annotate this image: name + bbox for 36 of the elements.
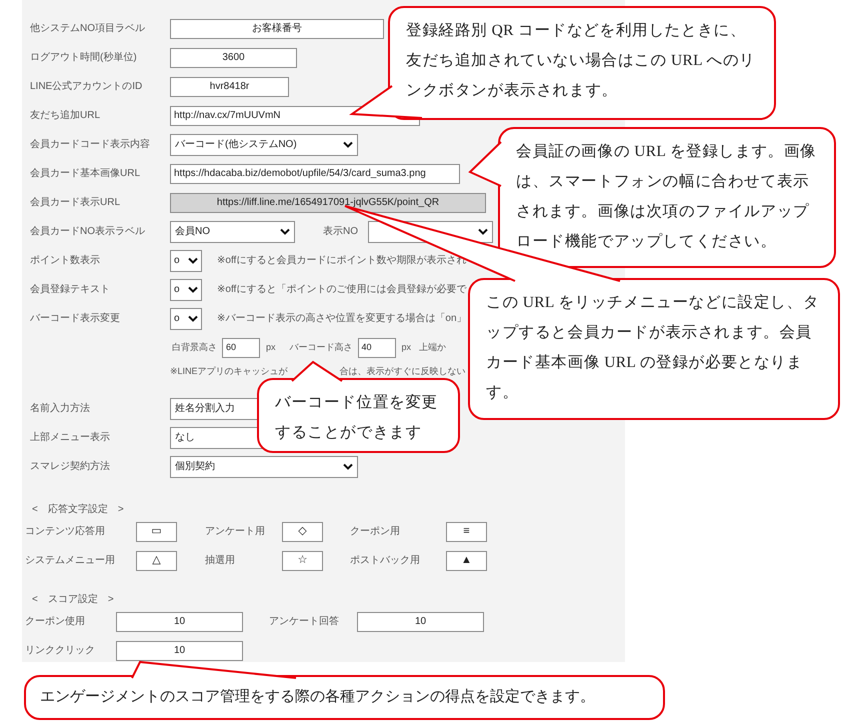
field-label: ポイント数表示: [30, 254, 101, 268]
field-label: クーポン使用: [25, 615, 86, 629]
field-label: 会員カードNO表示ラベル: [30, 224, 146, 239]
field-label: システムメニュー用: [25, 554, 116, 568]
field-label: 会員カード基本画像URL: [30, 166, 142, 181]
note-text: ※offにすると「ポイントのご使用には会員登録が必要で: [217, 282, 466, 297]
field-label: 友だち追加URL: [30, 108, 102, 123]
field-label: 上部メニュー表示: [30, 430, 111, 445]
unit-text: px: [266, 340, 276, 354]
field-label: スマレジ契約方法: [30, 460, 111, 474]
field-label: バーコード表示変更: [30, 312, 121, 326]
note-text: 合は、表示がすぐに反映しない: [340, 365, 466, 378]
field-label: 抽選用: [205, 554, 236, 568]
callout-tooltip: 登録経路別 QR コードなどを利用したときに、友だち追加されていない場合はこの URL へのリンクボタンが表示されます。: [388, 6, 776, 120]
field-label: 会員登録テキスト: [30, 283, 111, 297]
field-label: コンテンツ応答用: [25, 524, 106, 539]
field-label: LINE公式アカウントのID: [30, 80, 144, 94]
field-label: クーポン用: [350, 525, 401, 539]
field-label: 表示NO: [323, 224, 358, 239]
unit-text: px: [402, 340, 412, 354]
field-label: 会員カード表示URL: [30, 196, 122, 210]
field-label: アンケート回答: [269, 615, 340, 629]
section-title: < 応答文字設定 >: [31, 502, 125, 516]
field-label: 名前入力方法: [30, 402, 91, 416]
field-label: 会員カードコード表示内容: [30, 138, 151, 152]
field-label: 白背景高さ: [172, 340, 217, 354]
field-label: 他システムNO項目ラベル: [30, 22, 146, 36]
field-label: リンククリック: [25, 644, 96, 658]
field-label: バーコード高さ: [290, 340, 353, 354]
field-label: アンケート用: [205, 525, 266, 539]
note-text: ※LINEアプリのキャッシュが: [170, 365, 288, 378]
note-text: ※バーコード表示の高さや位置を変更する場合は「on」: [217, 312, 467, 326]
field-label: ログアウト時間(秒単位): [30, 50, 138, 65]
field-label: ポストバック用: [350, 554, 421, 568]
section-title: < スコア設定 >: [31, 592, 115, 606]
field-label: 上端か: [419, 340, 446, 354]
